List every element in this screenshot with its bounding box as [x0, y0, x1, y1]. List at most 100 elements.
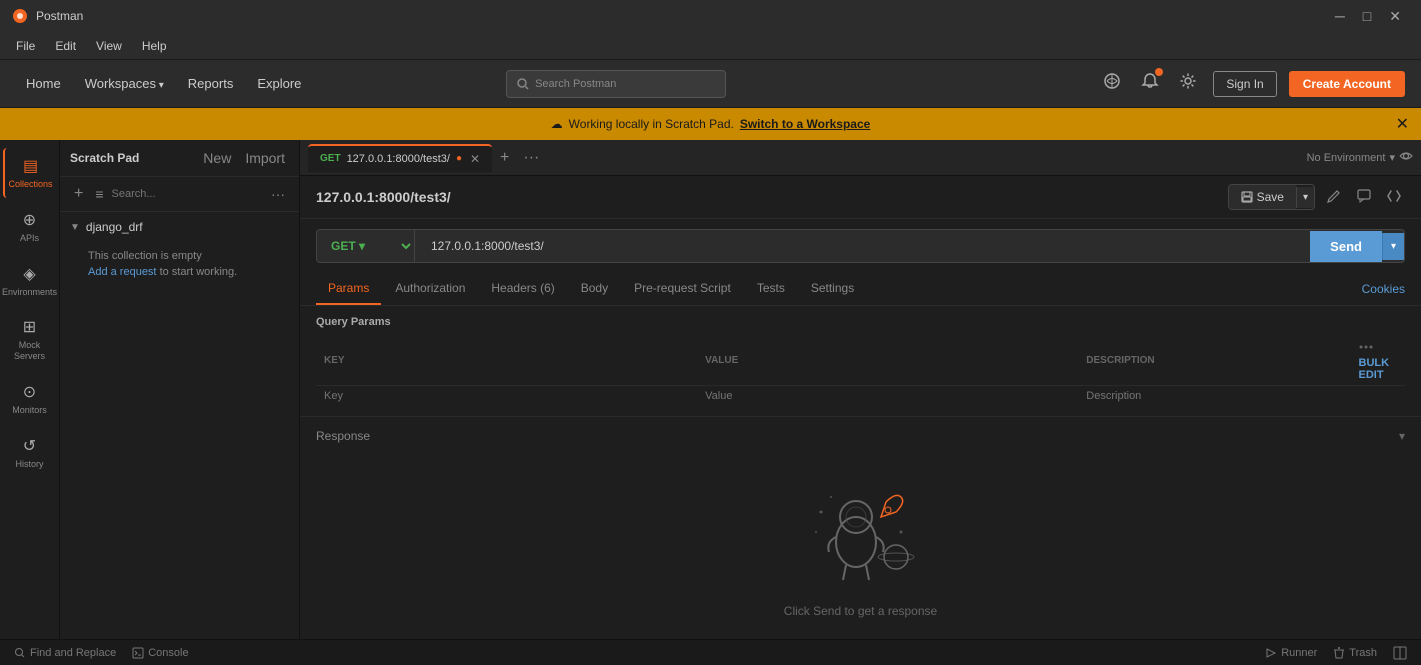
comment-icon — [1357, 189, 1371, 203]
desc-header: DESCRIPTION — [1078, 336, 1350, 386]
value-input[interactable] — [705, 390, 1070, 402]
settings-btn[interactable] — [1175, 68, 1201, 99]
sidebar-icons: ▤ Collections ⊕ APIs ◈ Environments ⊞ Mo… — [0, 140, 60, 639]
nav-workspaces[interactable]: Workspaces — [75, 72, 174, 95]
sidebar-item-history[interactable]: ↺ History — [3, 428, 57, 478]
bulk-edit-header: Bulk Edit — [1351, 336, 1405, 386]
response-toggle-icon[interactable]: ▾ — [1399, 429, 1405, 443]
layout-btn[interactable] — [1389, 646, 1411, 660]
desc-input[interactable] — [1086, 390, 1342, 402]
save-main-button[interactable]: Save — [1229, 185, 1296, 209]
tab-close-icon[interactable]: ✕ — [470, 152, 480, 166]
sign-in-button[interactable]: Sign In — [1213, 71, 1276, 97]
sidebar-item-mock-servers[interactable]: ⊞ Mock Servers — [3, 309, 57, 370]
bulk-edit-btn[interactable]: Bulk Edit — [1359, 357, 1390, 381]
app-title: Postman — [36, 9, 1319, 23]
collection-django-drf[interactable]: ▼ django_drf — [60, 212, 299, 242]
code-icon-btn[interactable] — [1383, 185, 1405, 210]
active-tab[interactable]: GET 127.0.0.1:8000/test3/ ● ✕ — [308, 144, 492, 172]
add-request-link[interactable]: Add a request — [88, 266, 157, 278]
minimize-button[interactable]: ─ — [1327, 8, 1353, 25]
nav-home[interactable]: Home — [16, 72, 71, 95]
key-input-cell[interactable] — [316, 386, 697, 407]
workspace-banner: ☁ Working locally in Scratch Pad. Switch… — [0, 108, 1421, 140]
save-icon — [1241, 191, 1253, 203]
more-params-btn[interactable] — [1359, 340, 1373, 357]
banner-close-button[interactable]: ✕ — [1396, 114, 1409, 134]
search-icon — [517, 78, 529, 90]
panel-header: Scratch Pad New Import — [60, 140, 299, 177]
collection-search-input[interactable] — [112, 188, 263, 200]
tab-headers[interactable]: Headers (6) — [479, 273, 566, 305]
search-placeholder: Search Postman — [535, 78, 616, 90]
sidebar-item-apis[interactable]: ⊕ APIs — [3, 202, 57, 252]
create-account-button[interactable]: Create Account — [1289, 71, 1405, 97]
tab-method: GET — [320, 153, 341, 164]
save-dropdown-button[interactable]: ▾ — [1296, 187, 1314, 208]
monitors-icon: ⊙ — [23, 382, 36, 402]
console-btn[interactable]: Console — [128, 647, 192, 659]
eye-icon — [1399, 149, 1413, 163]
new-button[interactable]: New — [199, 148, 235, 168]
find-replace-btn[interactable]: Find and Replace — [10, 647, 120, 659]
menu-file[interactable]: File — [8, 36, 43, 56]
url-input[interactable] — [423, 231, 1302, 261]
tab-tests[interactable]: Tests — [745, 273, 797, 305]
response-body: Click Send to get a response — [300, 451, 1421, 639]
find-replace-icon — [14, 647, 26, 659]
sidebar-item-environments[interactable]: ◈ Environments — [3, 256, 57, 306]
env-label: No Environment — [1307, 152, 1386, 164]
add-tab-button[interactable]: + — [494, 149, 515, 167]
tab-settings[interactable]: Settings — [799, 273, 866, 305]
sidebar-item-monitors[interactable]: ⊙ Monitors — [3, 374, 57, 424]
request-area: GET 127.0.0.1:8000/test3/ ● ✕ + ··· No E… — [300, 140, 1421, 639]
tab-pre-request[interactable]: Pre-request Script — [622, 273, 743, 305]
sidebar-item-collections[interactable]: ▤ Collections — [3, 148, 57, 198]
response-hint: Click Send to get a response — [784, 604, 937, 618]
notification-btn[interactable] — [1137, 68, 1163, 99]
tab-authorization[interactable]: Authorization — [383, 273, 477, 305]
filter-btn[interactable]: ≡ — [91, 184, 107, 204]
tab-params[interactable]: Params — [316, 273, 381, 305]
menu-view[interactable]: View — [88, 36, 130, 56]
key-input[interactable] — [324, 390, 689, 402]
panel-title: Scratch Pad — [70, 151, 193, 165]
nav-explore[interactable]: Explore — [247, 72, 311, 95]
search-bar[interactable]: Search Postman — [506, 70, 726, 98]
import-button[interactable]: Import — [241, 148, 289, 168]
comment-icon-btn[interactable] — [1353, 185, 1375, 210]
value-input-cell[interactable] — [697, 386, 1078, 407]
runner-btn[interactable]: Runner — [1261, 646, 1321, 660]
row-action-cell — [1351, 386, 1405, 407]
history-icon: ↺ — [23, 436, 36, 456]
env-visibility-toggle[interactable] — [1399, 149, 1413, 166]
close-button[interactable]: ✕ — [1381, 8, 1409, 25]
nav-reports[interactable]: Reports — [178, 72, 244, 95]
edit-icon-btn[interactable] — [1323, 185, 1345, 210]
switch-workspace-link[interactable]: Switch to a Workspace — [740, 117, 870, 131]
runner-label: Runner — [1281, 647, 1317, 659]
send-dropdown-button[interactable]: ▾ — [1382, 233, 1404, 260]
env-dropdown-icon[interactable]: ▾ — [1389, 151, 1395, 164]
window-controls: ─ □ ✕ — [1327, 8, 1409, 25]
menu-help[interactable]: Help — [134, 36, 175, 56]
sidebar-apis-label: APIs — [20, 233, 39, 244]
trash-icon — [1333, 647, 1345, 659]
satellite-icon — [1103, 72, 1121, 90]
top-bar-right: Sign In Create Account — [1099, 68, 1405, 99]
desc-input-cell[interactable] — [1078, 386, 1350, 407]
sidebar-history-label: History — [15, 459, 43, 470]
maximize-button[interactable]: □ — [1355, 8, 1379, 25]
more-options-btn[interactable]: ··· — [267, 184, 289, 204]
method-select[interactable]: GET ▾ POST ▾ PUT ▾ DELETE ▾ PATCH ▾ — [317, 230, 415, 262]
add-collection-btn[interactable]: + — [70, 183, 87, 205]
mock-servers-icon: ⊞ — [23, 317, 36, 337]
satellite-icon-btn[interactable] — [1099, 68, 1125, 99]
trash-btn[interactable]: Trash — [1329, 646, 1381, 660]
send-main-button[interactable]: Send — [1310, 231, 1382, 262]
request-name-header: 127.0.0.1:8000/test3/ Save ▾ — [300, 176, 1421, 219]
cookies-link[interactable]: Cookies — [1362, 282, 1405, 296]
menu-edit[interactable]: Edit — [47, 36, 84, 56]
more-tabs-button[interactable]: ··· — [517, 149, 545, 167]
tab-body[interactable]: Body — [569, 273, 620, 305]
